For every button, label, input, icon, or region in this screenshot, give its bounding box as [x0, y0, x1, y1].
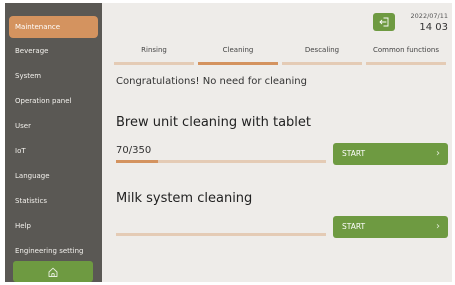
sidebar-item-statistics[interactable]: Statistics [9, 190, 98, 212]
time-display: 14 03 [419, 22, 448, 33]
sidebar-item-iot[interactable]: IoT [9, 140, 98, 162]
brew-unit-progress [116, 160, 326, 163]
sidebar-item-system[interactable]: System [9, 65, 98, 87]
tab-underline [366, 62, 446, 65]
tab-label: Cleaning [222, 46, 254, 54]
sidebar-item-user[interactable]: User [9, 115, 98, 137]
brew-unit-start-button[interactable]: START › [333, 143, 448, 165]
tab-underline [114, 62, 194, 65]
start-label: START [342, 149, 366, 158]
app-window: Maintenance Beverage System Operation pa… [5, 3, 452, 282]
milk-system-progress [116, 233, 326, 236]
tab-label: Descaling [304, 46, 340, 54]
sidebar: Maintenance Beverage System Operation pa… [5, 3, 102, 282]
tab-descaling[interactable]: Descaling [282, 45, 362, 65]
chevron-right-icon: › [436, 221, 440, 232]
tab-cleaning[interactable]: Cleaning [198, 45, 278, 65]
tab-label: Rinsing [141, 46, 167, 54]
sidebar-item-language[interactable]: Language [9, 165, 98, 187]
home-icon [48, 267, 58, 277]
milk-system-start-button[interactable]: START › [333, 216, 448, 238]
brew-unit-progress-fill [116, 160, 158, 163]
tab-rinsing[interactable]: Rinsing [114, 45, 194, 65]
home-button[interactable] [13, 261, 93, 282]
sidebar-item-maintenance[interactable]: Maintenance [9, 16, 98, 38]
status-message: Congratulations! No need for cleaning [116, 76, 307, 87]
exit-button[interactable] [373, 13, 395, 31]
milk-system-title: Milk system cleaning [116, 191, 253, 206]
brew-unit-title: Brew unit cleaning with tablet [116, 115, 311, 130]
sidebar-item-engineering-setting[interactable]: Engineering setting [9, 240, 98, 262]
date-display: 2022/07/11 [410, 12, 448, 20]
brew-unit-counter: 70/350 [116, 145, 152, 156]
sidebar-item-operation-panel[interactable]: Operation panel [9, 90, 98, 112]
sidebar-item-beverage[interactable]: Beverage [9, 40, 98, 62]
tab-underline [198, 62, 278, 65]
tab-underline [282, 62, 362, 65]
exit-icon [379, 17, 389, 27]
tab-label: Common functions [373, 46, 439, 54]
tab-common-functions[interactable]: Common functions [366, 45, 446, 65]
start-label: START [342, 222, 366, 231]
sidebar-item-help[interactable]: Help [9, 215, 98, 237]
chevron-right-icon: › [436, 148, 440, 159]
